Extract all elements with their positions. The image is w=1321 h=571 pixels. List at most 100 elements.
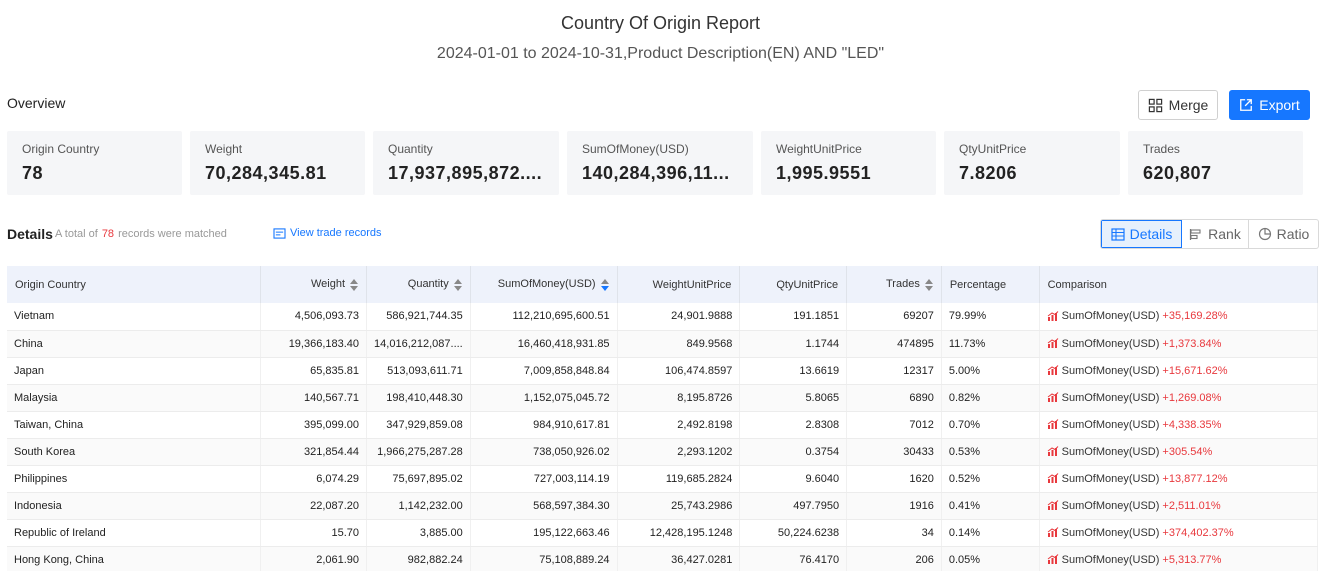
export-icon (1240, 99, 1253, 111)
table-header-row: Origin Country Weight Quantity SumOfMone… (7, 266, 1319, 303)
header-label: Trades (886, 278, 920, 291)
cell-trades: 12317 (846, 357, 942, 385)
merge-button[interactable]: Merge (1138, 90, 1218, 120)
cell-weight-unit-price: 25,743.2986 (617, 492, 741, 520)
stat-label: SumOfMoney(USD) (582, 142, 689, 156)
stat-value: 17,937,895,872.... (388, 163, 543, 183)
view-toggle: Details Rank Ratio (1100, 219, 1319, 249)
cell-trades: 30433 (846, 438, 942, 466)
comparison-change: +1,373.84% (1162, 337, 1222, 350)
table-row[interactable]: South Korea 321,854.44 1,966,275,287.28 738… (7, 438, 1319, 466)
cell-quantity: 75,697,895.02 (366, 465, 471, 493)
cell-qty-unit-price: 50,224.6238 (739, 519, 848, 547)
stat-card-weight-unit-price: WeightUnitPrice 1,995.9551 (761, 131, 936, 195)
table-row[interactable]: Malaysia 140,567.71 198,410,448.30 1,152,07… (7, 384, 1319, 412)
table-row[interactable]: Vietnam 4,506,093.73 586,921,744.35 112,210… (7, 303, 1319, 331)
comparison-metric: SumOfMoney(USD) (1061, 526, 1160, 539)
cell-comparison: SumOfMoney(USD) +13,877.12% (1039, 465, 1319, 493)
header-weight[interactable]: Weight (260, 266, 368, 303)
cell-origin-country: China (7, 330, 262, 358)
cell-trades: 6890 (846, 384, 942, 412)
cell-qty-unit-price: 191.1851 (739, 303, 848, 331)
trend-chart-icon[interactable] (1047, 365, 1059, 376)
header-qty-unit-price: QtyUnitPrice (739, 266, 848, 303)
header-quantity[interactable]: Quantity (366, 266, 471, 303)
stat-value: 78 (22, 163, 44, 183)
trend-chart-icon[interactable] (1047, 500, 1059, 511)
comparison-change: +13,877.12% (1162, 472, 1228, 485)
header-sum-of-money[interactable]: SumOfMoney(USD) (470, 266, 618, 303)
trend-chart-icon[interactable] (1047, 473, 1059, 484)
cell-quantity: 347,929,859.08 (366, 411, 471, 439)
trend-chart-icon[interactable] (1047, 446, 1059, 457)
stat-value: 70,284,345.81 (205, 163, 327, 183)
toggle-ratio[interactable]: Ratio (1249, 220, 1318, 248)
stat-label: Trades (1143, 142, 1180, 156)
table-row[interactable]: Philippines 6,074.29 75,697,895.02 727,003,… (7, 465, 1319, 493)
table-row[interactable]: Hong Kong, China 2,061.90 982,882.24 75,108… (7, 546, 1319, 571)
header-label: Origin Country (15, 278, 86, 291)
cell-percentage: 79.99% (941, 303, 1040, 331)
header-trades[interactable]: Trades (846, 266, 942, 303)
comparison-change: +5,313.77% (1162, 553, 1222, 566)
comparison-metric: SumOfMoney(USD) (1061, 472, 1160, 485)
pie-icon (1258, 227, 1271, 241)
table-row[interactable]: Japan 65,835.81 513,093,611.71 7,009,858,84… (7, 357, 1319, 385)
comparison-metric: SumOfMoney(USD) (1061, 553, 1160, 566)
stat-label: Origin Country (22, 142, 100, 156)
cell-origin-country: South Korea (7, 438, 262, 466)
stat-card-sum-of-money: SumOfMoney(USD) 140,284,396,11... (567, 131, 753, 195)
table-row[interactable]: Republic of Ireland 15.70 3,885.00 195,122,… (7, 519, 1319, 547)
trend-chart-icon[interactable] (1047, 310, 1059, 322)
sort-icon[interactable] (600, 278, 609, 291)
stat-label: Quantity (388, 142, 433, 156)
export-button[interactable]: Export (1229, 90, 1310, 120)
table-row[interactable]: China 19,366,183.40 14,016,212,087.... 16,4… (7, 330, 1319, 358)
records-note-prefix: A total of (55, 228, 98, 240)
toggle-rank[interactable]: Rank (1182, 220, 1249, 248)
trend-chart-icon[interactable] (1047, 527, 1059, 538)
cell-origin-country: Taiwan, China (7, 411, 262, 439)
cell-percentage: 11.73% (941, 330, 1040, 358)
table-row[interactable]: Taiwan, China 395,099.00 347,929,859.08 984… (7, 411, 1319, 439)
cell-qty-unit-price: 9.6040 (739, 465, 848, 493)
cell-comparison: SumOfMoney(USD) +35,169.28% (1039, 303, 1319, 331)
cell-weight: 65,835.81 (260, 357, 368, 385)
cell-trades: 1620 (846, 465, 942, 493)
cell-weight: 395,099.00 (260, 411, 368, 439)
header-label: WeightUnitPrice (652, 278, 732, 291)
cell-trades: 206 (846, 546, 942, 571)
trend-chart-icon[interactable] (1047, 419, 1059, 430)
stat-value: 7.8206 (959, 163, 1018, 183)
cell-weight-unit-price: 8,195.8726 (617, 384, 741, 412)
sort-icon[interactable] (924, 278, 933, 291)
cell-origin-country: Republic of Ireland (7, 519, 262, 547)
cell-origin-country: Indonesia (7, 492, 262, 520)
cell-percentage: 0.14% (941, 519, 1040, 547)
header-label: Comparison (1047, 278, 1107, 291)
trend-chart-icon[interactable] (1047, 554, 1059, 565)
cell-weight: 321,854.44 (260, 438, 368, 466)
cell-trades: 1916 (846, 492, 942, 520)
cell-qty-unit-price: 1.1744 (739, 330, 848, 358)
records-note: A total of 78 records were matched (55, 228, 227, 240)
cell-percentage: 0.70% (941, 411, 1040, 439)
sort-icon[interactable] (453, 278, 462, 291)
toggle-details[interactable]: Details (1101, 220, 1182, 248)
cell-sum-of-money: 16,460,418,931.85 (470, 330, 618, 358)
comparison-metric: SumOfMoney(USD) (1061, 445, 1160, 458)
cell-sum-of-money: 7,009,858,848.84 (470, 357, 618, 385)
sort-icon[interactable] (350, 278, 359, 291)
comparison-change: +1,269.08% (1162, 391, 1222, 404)
trend-chart-icon[interactable] (1047, 338, 1059, 349)
cell-weight: 4,506,093.73 (260, 303, 368, 331)
table-row[interactable]: Indonesia 22,087.20 1,142,232.00 568,597,38… (7, 492, 1319, 520)
merge-icon (1148, 98, 1162, 112)
trend-chart-icon[interactable] (1047, 392, 1059, 403)
toggle-ratio-label: Ratio (1276, 226, 1310, 242)
cell-quantity: 1,142,232.00 (366, 492, 471, 520)
header-label: Quantity (407, 278, 449, 291)
view-trade-records-link[interactable]: View trade records (273, 227, 382, 239)
cell-quantity: 3,885.00 (366, 519, 471, 547)
stat-value: 140,284,396,11... (582, 163, 730, 183)
